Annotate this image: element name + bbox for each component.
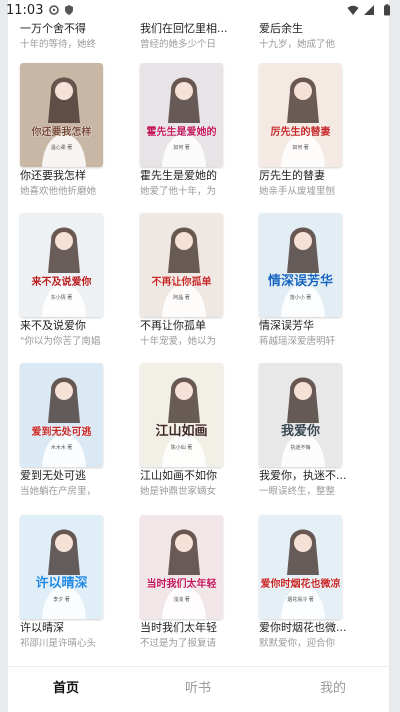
book-title: 来不及说爱你 [20, 319, 86, 332]
book-title: 江山如画不如你 [140, 469, 217, 482]
book-description: 祁邵川是许晴心头 [20, 638, 97, 649]
book-cover-image[interactable]: 不再让你孤单阿晶 著 [140, 213, 223, 317]
book-title: 不再让你孤单 [140, 319, 206, 332]
book-description: 曾经的她多少个日 [140, 39, 217, 50]
book-cover-image[interactable]: 当时我们太年轻浅浅 著 [140, 515, 223, 619]
book-cover-image[interactable]: 霍先生是爱她的如何 著 [140, 63, 223, 167]
book-title: 我爱你，执迷不... [259, 469, 347, 482]
book-title: 厉先生的替妻 [259, 169, 325, 182]
cover-title-text: 霍先生是爱她的 [147, 125, 217, 138]
cover-title-text: 不再让你孤单 [152, 275, 212, 288]
book-cover-image[interactable]: 我爱你 执迷不悔 [259, 363, 342, 467]
book-cover-image[interactable]: 情深误芳华落小小 著 [259, 213, 342, 317]
book-description: 十年的等待，她终 [20, 39, 97, 50]
book-description: 十九岁，她成了他 [259, 39, 336, 50]
book-title: 当时我们太年轻 [140, 621, 217, 634]
cover-author-text: 烟花易冷 著 [287, 596, 314, 603]
book-title: 你还要我怎样 [20, 169, 86, 182]
book-cover-image[interactable]: 爱你时烟花也微凉烟花易冷 著 [259, 515, 342, 619]
bottom-tab-bar: 首页 听书 我的 [8, 666, 389, 712]
cover-title-text: 厉先生的替妻 [271, 125, 331, 138]
tab-audiobooks[interactable]: 听书 [158, 677, 238, 696]
cover-author-text: 阿晶 著 [173, 294, 190, 301]
book-cover-image[interactable]: 你还要我怎样温心柔 著 [20, 63, 103, 167]
cover-title-text: 爱到无处可逃 [32, 425, 93, 438]
cover-title-text: 当时我们太年轻 [147, 577, 217, 590]
book-description: 当她躺在产房里， [20, 486, 97, 497]
book-cover-image[interactable]: 许以晴深 李夕 著 [20, 515, 103, 619]
cover-title-text: 爱你时烟花也微凉 [261, 577, 341, 590]
cover-author-text: 如何 著 [292, 144, 309, 151]
book-description: 她爱了他十年，为 [140, 186, 217, 197]
cover-author-text: 木木木 著 [51, 444, 73, 451]
book-cover-image[interactable]: 爱到无处可逃木木木 著 [20, 363, 103, 467]
cover-title-text: 来不及说爱你 [31, 275, 92, 288]
book-title: 一万个舍不得 [20, 22, 86, 35]
book-title: 情深误芳华 [259, 319, 314, 332]
book-description: 她是钟鼎世家嫡女 [140, 486, 217, 497]
cover-author-text: 李夕 著 [53, 596, 70, 603]
cover-author-text: 执迷不悔 [290, 444, 310, 451]
book-cover-image[interactable]: 来不及说爱你东小情 著 [20, 213, 103, 317]
book-description: 十年宠爱，她以为 [140, 336, 217, 347]
book-grid: 一万个舍不得 十年的等待，她终 我们在回忆里相... 曾经的她多少个日 爱后余生… [8, 0, 389, 665]
tab-profile[interactable]: 我的 [293, 677, 373, 696]
cover-title-text: 你还要我怎样 [31, 125, 92, 138]
book-title: 爱你时烟花也微... [259, 621, 347, 634]
book-description: 她喜欢他他折磨她 [20, 186, 97, 197]
cover-author-text: 落小小 著 [290, 294, 312, 301]
cover-title-text: 我爱你 [281, 423, 320, 439]
book-cover-image[interactable]: 江山如画 陈小仙 著 [140, 363, 223, 467]
cover-title-text: 江山如画 [155, 423, 207, 439]
cover-author-text: 如何 著 [173, 144, 190, 151]
cover-author-text: 陈小仙 著 [171, 444, 193, 451]
cover-title-text: 许以晴深 [35, 575, 87, 591]
book-description: "你以为你苦了南娼 [20, 336, 101, 347]
book-description: 她亲手从废墟里刨 [259, 186, 336, 197]
book-title: 霍先生是爱她的 [140, 169, 217, 182]
book-description: 不过是为了报复请 [140, 638, 217, 649]
book-title: 我们在回忆里相... [140, 22, 228, 35]
book-title: 爱到无处可逃 [20, 469, 86, 482]
book-title: 爱后余生 [259, 22, 303, 35]
cover-title-text: 情深误芳华 [268, 273, 333, 289]
book-description: 蒋越瑶深爱唐明轩 [259, 336, 336, 347]
cover-author-text: 东小情 著 [51, 294, 73, 301]
cover-author-text: 浅浅 著 [173, 596, 190, 603]
book-description: 一眼误终生，整整 [259, 486, 336, 497]
book-description: 默默爱你，迎合你 [259, 638, 336, 649]
book-cover-image[interactable]: 厉先生的替妻如何 著 [259, 63, 342, 167]
tab-home[interactable]: 首页 [26, 677, 106, 696]
book-title: 许以晴深 [20, 621, 64, 634]
cover-author-text: 温心柔 著 [51, 144, 73, 151]
